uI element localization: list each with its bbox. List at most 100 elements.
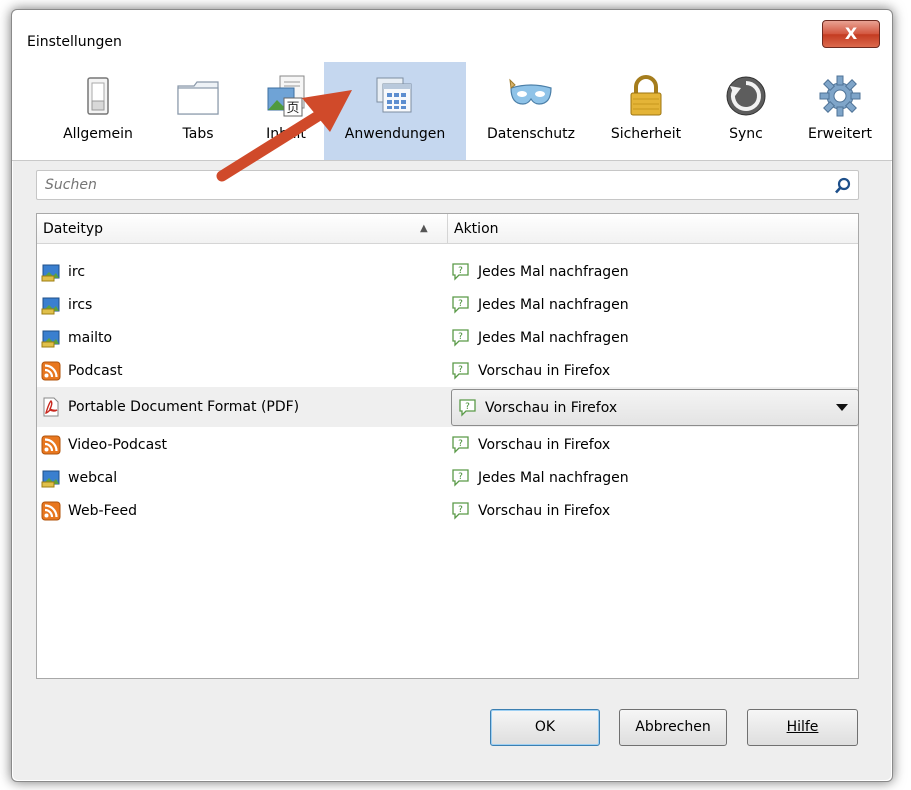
sync-icon: [726, 76, 766, 116]
action-cell: ? Vorschau in Firefox: [451, 428, 610, 461]
tab-allgemein[interactable]: Allgemein: [50, 62, 146, 160]
application-icon: [41, 264, 60, 281]
pdf-icon: [43, 397, 59, 417]
action-label: Vorschau in Firefox: [478, 436, 611, 453]
table-row[interactable]: mailto ? Jedes Mal nachfragen: [37, 321, 858, 354]
svg-text:?: ?: [458, 439, 463, 449]
tab-label: Inhalt: [266, 126, 306, 142]
tab-datenschutz[interactable]: Datenschutz: [476, 62, 586, 160]
table-row-selected[interactable]: Portable Document Format (PDF) ? Vorscha…: [37, 387, 859, 427]
tab-anwendungen[interactable]: Anwendungen: [324, 62, 466, 160]
type-cell: webcal: [41, 461, 117, 494]
tab-label: Sicherheit: [610, 126, 682, 142]
tab-erweitert[interactable]: Erweitert: [792, 62, 888, 160]
help-button[interactable]: Hilfe: [747, 709, 858, 746]
svg-text:页: 页: [286, 101, 299, 116]
type-label: Web-Feed: [68, 502, 137, 519]
type-cell: Web-Feed: [41, 494, 137, 527]
tab-tabs[interactable]: Tabs: [162, 62, 234, 160]
type-label: Video-Podcast: [68, 436, 167, 453]
type-label: webcal: [68, 469, 118, 486]
type-cell: Podcast: [41, 354, 122, 387]
preview-icon: ?: [452, 502, 469, 520]
file-types-table: Dateityp ▲ Aktion irc ? Jedes Mal nachfr…: [36, 213, 859, 679]
type-label: Portable Document Format (PDF): [68, 399, 300, 415]
column-header-aktion[interactable]: Aktion: [447, 214, 857, 244]
table-row[interactable]: Web-Feed ? Vorschau in Firefox: [37, 494, 858, 527]
sort-ascending-icon: ▲: [420, 223, 428, 234]
type-cell: Video-Podcast: [41, 428, 167, 461]
svg-text:?: ?: [458, 505, 463, 515]
application-icon: [41, 330, 60, 347]
lock-icon: [630, 75, 662, 116]
tab-label: Anwendungen: [344, 126, 446, 142]
column-header-dateityp[interactable]: Dateityp: [43, 214, 443, 244]
type-cell: mailto: [41, 321, 112, 354]
action-cell: ? Vorschau in Firefox: [451, 494, 610, 527]
table-row[interactable]: Video-Podcast ? Vorschau in Firefox: [37, 428, 858, 461]
content-icon: 页: [267, 75, 305, 117]
tab-label: Datenschutz: [487, 126, 575, 142]
ok-button[interactable]: OK: [490, 709, 600, 746]
action-dropdown[interactable]: ? Vorschau in Firefox: [451, 389, 859, 426]
table-row[interactable]: webcal ? Jedes Mal nachfragen: [37, 461, 858, 494]
window-title: Einstellungen: [27, 34, 122, 50]
rss-icon: [41, 361, 61, 380]
type-label: Podcast: [68, 362, 123, 379]
applications-icon: [376, 77, 412, 113]
help-label: Hilfe: [786, 719, 819, 735]
switch-icon: [87, 77, 109, 115]
tab-inhalt[interactable]: 页 Inhalt: [248, 62, 324, 160]
action-cell: ? Jedes Mal nachfragen: [451, 321, 629, 354]
table-header: Dateityp ▲ Aktion: [37, 214, 858, 244]
action-label: Vorschau in Firefox: [485, 399, 618, 416]
preview-icon: ?: [459, 399, 476, 417]
action-label: Vorschau in Firefox: [478, 502, 611, 519]
tabs-icon: [177, 81, 219, 115]
mask-icon: [509, 78, 552, 105]
chevron-down-icon[interactable]: [836, 404, 848, 411]
svg-text:?: ?: [458, 472, 463, 482]
tab-label: Sync: [729, 126, 763, 142]
tab-sync[interactable]: Sync: [706, 62, 786, 160]
close-button[interactable]: X: [822, 20, 880, 48]
ask-icon: ?: [452, 469, 469, 487]
svg-text:?: ?: [458, 332, 463, 342]
tab-label: Tabs: [182, 126, 214, 142]
rss-icon: [41, 501, 61, 520]
action-label: Jedes Mal nachfragen: [478, 296, 629, 313]
preview-icon: ?: [452, 362, 469, 380]
search-icon[interactable]: [834, 177, 852, 195]
action-label: Jedes Mal nachfragen: [478, 263, 629, 280]
gear-icon: [819, 75, 861, 117]
application-icon: [41, 297, 60, 314]
action-cell: ? Jedes Mal nachfragen: [451, 288, 629, 321]
tab-sicherheit[interactable]: Sicherheit: [598, 62, 694, 160]
svg-text:?: ?: [458, 266, 463, 276]
cancel-button[interactable]: Abbrechen: [619, 709, 727, 746]
type-cell: irc: [41, 255, 85, 288]
title-bar: Einstellungen X: [12, 10, 892, 66]
action-cell: ? Jedes Mal nachfragen: [451, 255, 629, 288]
search-box: [36, 170, 859, 200]
search-input[interactable]: [37, 171, 817, 199]
svg-text:?: ?: [465, 402, 470, 412]
preferences-toolbar: Allgemein Tabs 页 Inhalt Anwendungen Date…: [12, 62, 892, 160]
preview-icon: ?: [452, 436, 469, 454]
application-icon: [41, 470, 60, 487]
table-row[interactable]: irc ? Jedes Mal nachfragen: [37, 255, 858, 288]
tab-label: Allgemein: [63, 126, 133, 142]
ask-icon: ?: [452, 263, 469, 281]
type-label: irc: [68, 263, 86, 280]
action-cell: ? Jedes Mal nachfragen: [451, 461, 629, 494]
tab-label: Erweitert: [808, 126, 872, 142]
type-label: ircs: [68, 296, 93, 313]
ask-icon: ?: [452, 296, 469, 314]
table-row[interactable]: Podcast ? Vorschau in Firefox: [37, 354, 858, 387]
type-cell: Portable Document Format (PDF): [41, 387, 299, 427]
table-row[interactable]: ircs ? Jedes Mal nachfragen: [37, 288, 858, 321]
svg-text:?: ?: [458, 299, 463, 309]
rss-icon: [41, 435, 61, 454]
action-label: Jedes Mal nachfragen: [478, 329, 629, 346]
ask-icon: ?: [452, 329, 469, 347]
